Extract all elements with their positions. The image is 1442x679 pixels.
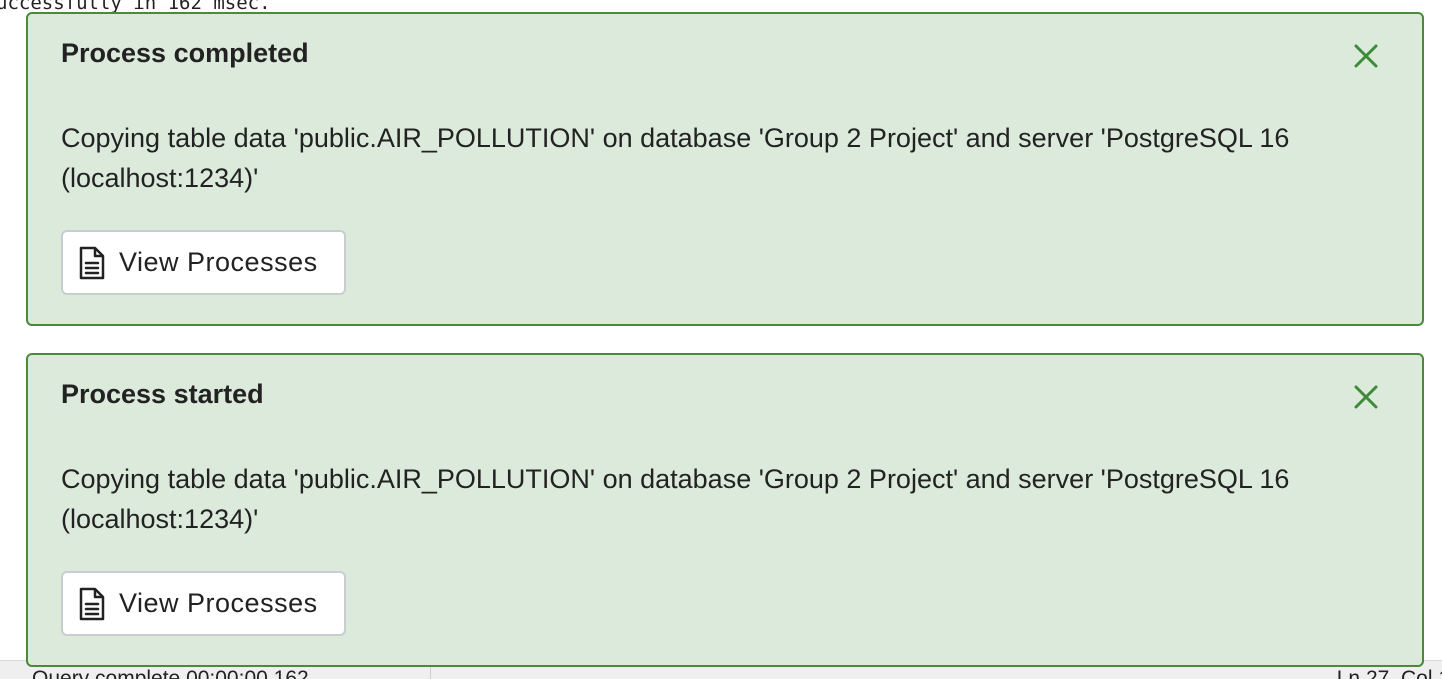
cursor-position-text: Ln 27, Col 1 (1336, 667, 1442, 679)
toast-process-completed: Process completed Copying table data 'pu… (26, 12, 1424, 326)
toast-message: Copying table data 'public.AIR_POLLUTION… (61, 464, 1290, 534)
view-processes-button[interactable]: View Processes (61, 230, 346, 295)
query-status-text: Query complete 00:00:00.162 (32, 667, 309, 679)
view-processes-label: View Processes (119, 247, 318, 277)
view-processes-label: View Processes (119, 588, 318, 618)
view-processes-button[interactable]: View Processes (61, 571, 346, 636)
toast-process-started: Process started Copying table data 'publ… (26, 353, 1424, 667)
document-icon (77, 586, 107, 622)
document-icon (77, 245, 107, 281)
close-icon[interactable] (1348, 38, 1384, 74)
toast-title: Process started (61, 379, 264, 409)
toast-title: Process completed (61, 38, 309, 68)
toast-message: Copying table data 'public.AIR_POLLUTION… (61, 123, 1290, 193)
close-icon[interactable] (1348, 379, 1384, 415)
